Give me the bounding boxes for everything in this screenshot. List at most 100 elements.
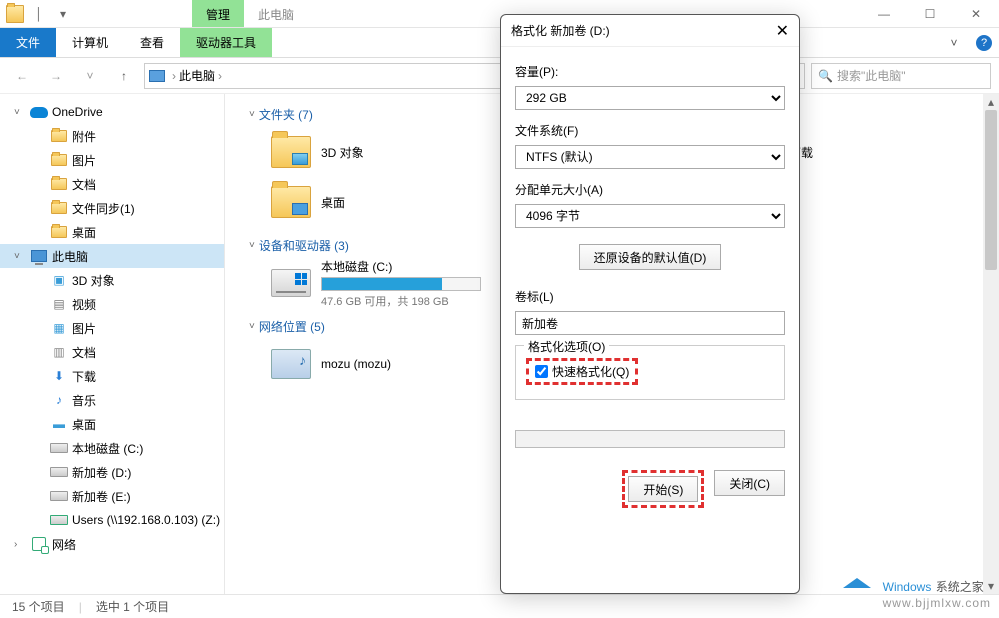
network-pc-icon xyxy=(271,349,311,379)
tree-item[interactable]: 文件同步(1) xyxy=(20,196,224,220)
search-input[interactable]: 🔍 搜索"此电脑" xyxy=(811,63,991,89)
tree-label: 桌面 xyxy=(72,224,96,241)
scroll-thumb[interactable] xyxy=(985,110,997,270)
onedrive-icon xyxy=(30,103,48,121)
chevron-down-icon: ˅ xyxy=(249,240,255,251)
dialog-close-icon[interactable]: ✕ xyxy=(776,21,789,41)
folder-icon xyxy=(51,154,67,166)
expand-icon[interactable]: › xyxy=(14,539,26,550)
tree-label: 图片 xyxy=(72,320,96,337)
expand-icon[interactable]: ˅ xyxy=(14,107,26,118)
tree-label: Users (\\192.168.0.103) (Z:) xyxy=(72,513,220,527)
volume-label-label: 卷标(L) xyxy=(515,288,785,305)
group-title: 文件夹 (7) xyxy=(259,106,313,123)
close-button[interactable]: 关闭(C) xyxy=(714,470,785,496)
ribbon-drive-tools[interactable]: 驱动器工具 xyxy=(180,28,272,57)
tree-item[interactable]: 附件 xyxy=(20,124,224,148)
drive-icon xyxy=(50,463,68,481)
downloads-icon: ⬇ xyxy=(50,367,68,385)
nav-recent-dropdown[interactable]: ˅ xyxy=(76,62,104,90)
tree-item[interactable]: ▦图片 xyxy=(20,316,224,340)
quick-format-label: 快速格式化(Q) xyxy=(552,363,629,380)
tree-item[interactable]: 图片 xyxy=(20,148,224,172)
ribbon-file[interactable]: 文件 xyxy=(0,28,56,57)
tree-item[interactable]: Users (\\192.168.0.103) (Z:) xyxy=(20,508,224,532)
expand-icon[interactable]: ˅ xyxy=(14,251,26,262)
folder-icon xyxy=(51,130,67,142)
chevron-down-icon: ˅ xyxy=(249,321,255,332)
pc-icon xyxy=(149,70,165,82)
tree-label: 视频 xyxy=(72,296,96,313)
ribbon-collapse-icon[interactable]: ˅ xyxy=(939,28,969,57)
cube-overlay-icon xyxy=(292,153,308,165)
tree-item[interactable]: ⬇下载 xyxy=(20,364,224,388)
tree-label: 此电脑 xyxy=(52,248,88,265)
start-button[interactable]: 开始(S) xyxy=(628,476,698,502)
nav-back-button[interactable]: ← xyxy=(8,62,36,90)
tree-label: 新加卷 (E:) xyxy=(72,488,131,505)
filesystem-label: 文件系统(F) xyxy=(515,122,785,139)
help-button[interactable]: ? xyxy=(969,28,999,57)
chevron-right-icon: › xyxy=(218,69,222,83)
tree-label: 文档 xyxy=(72,344,96,361)
folder-icon xyxy=(51,202,67,214)
folder-icon xyxy=(51,226,67,238)
network-drive-icon xyxy=(50,511,68,529)
network-icon xyxy=(30,535,48,553)
tree-item[interactable]: 本地磁盘 (C:) xyxy=(20,436,224,460)
folder-item[interactable]: 3D 对象 xyxy=(267,129,497,175)
folder-item[interactable]: 桌面 xyxy=(267,179,497,225)
cube-icon: ▣ xyxy=(50,271,68,289)
format-dialog: 格式化 新加卷 (D:) ✕ 容量(P): 292 GB 文件系统(F) NTF… xyxy=(500,14,800,594)
contextual-tab-manage[interactable]: 管理 xyxy=(192,0,244,27)
tree-item[interactable]: ♪音乐 xyxy=(20,388,224,412)
tree-item[interactable]: ▤视频 xyxy=(20,292,224,316)
tree-thispc[interactable]: ˅ 此电脑 xyxy=(0,244,224,268)
watermark-brand: Windows xyxy=(883,580,932,594)
tree-item[interactable]: 桌面 xyxy=(20,220,224,244)
tree-item[interactable]: 新加卷 (D:) xyxy=(20,460,224,484)
status-count: 15 个项目 xyxy=(12,598,65,615)
volume-label-input[interactable] xyxy=(515,311,785,335)
tree-label: 3D 对象 xyxy=(72,272,115,289)
tree-item[interactable]: 新加卷 (E:) xyxy=(20,484,224,508)
restore-defaults-button[interactable]: 还原设备的默认值(D) xyxy=(579,244,722,270)
tree-label: 下载 xyxy=(72,368,96,385)
maximize-button[interactable]: ☐ xyxy=(907,0,953,27)
filesystem-select[interactable]: NTFS (默认) xyxy=(515,145,785,169)
quick-format-checkbox[interactable] xyxy=(535,365,548,378)
drive-item[interactable]: 本地磁盘 (C:) 47.6 GB 可用，共 198 GB xyxy=(267,260,497,306)
tree-network[interactable]: › 网络 xyxy=(0,532,224,556)
monitor-overlay-icon xyxy=(292,203,308,215)
tree-label: 附件 xyxy=(72,128,96,145)
tree-label: 新加卷 (D:) xyxy=(72,464,131,481)
tree-item[interactable]: 文档 xyxy=(20,172,224,196)
search-icon: 🔍 xyxy=(818,69,833,83)
item-label: 桌面 xyxy=(321,194,345,211)
close-button[interactable]: ✕ xyxy=(953,0,999,27)
tree-label: 桌面 xyxy=(72,416,96,433)
allocation-select[interactable]: 4096 字节 xyxy=(515,204,785,228)
scrollbar[interactable]: ▴ ▾ xyxy=(983,94,999,594)
item-label: 3D 对象 xyxy=(321,144,364,161)
network-item[interactable]: mozu (mozu) xyxy=(267,341,497,387)
ribbon-computer[interactable]: 计算机 xyxy=(56,28,124,57)
breadcrumb-location[interactable]: 此电脑 xyxy=(179,67,215,84)
drive-icon xyxy=(50,439,68,457)
chevron-right-icon: › xyxy=(172,69,176,83)
scroll-up-icon[interactable]: ▴ xyxy=(983,94,999,110)
nav-up-button[interactable]: ↑ xyxy=(110,62,138,90)
tree-item[interactable]: ▬桌面 xyxy=(20,412,224,436)
capacity-select[interactable]: 292 GB xyxy=(515,86,785,110)
nav-tree: ˅ OneDrive 附件 图片 文档 文件同步(1) 桌面 ˅ 此电脑 ▣3D… xyxy=(0,94,225,594)
tree-label: 音乐 xyxy=(72,392,96,409)
qat-dropdown-icon[interactable]: ▾ xyxy=(54,5,72,23)
tree-item[interactable]: ▣3D 对象 xyxy=(20,268,224,292)
tree-onedrive[interactable]: ˅ OneDrive xyxy=(0,100,224,124)
tree-item[interactable]: ▥文档 xyxy=(20,340,224,364)
minimize-button[interactable]: — xyxy=(861,0,907,27)
drive-icon xyxy=(271,269,311,297)
ribbon-view[interactable]: 查看 xyxy=(124,28,180,57)
allocation-label: 分配单元大小(A) xyxy=(515,181,785,198)
watermark-url: www.bjjmlxw.com xyxy=(883,596,991,610)
